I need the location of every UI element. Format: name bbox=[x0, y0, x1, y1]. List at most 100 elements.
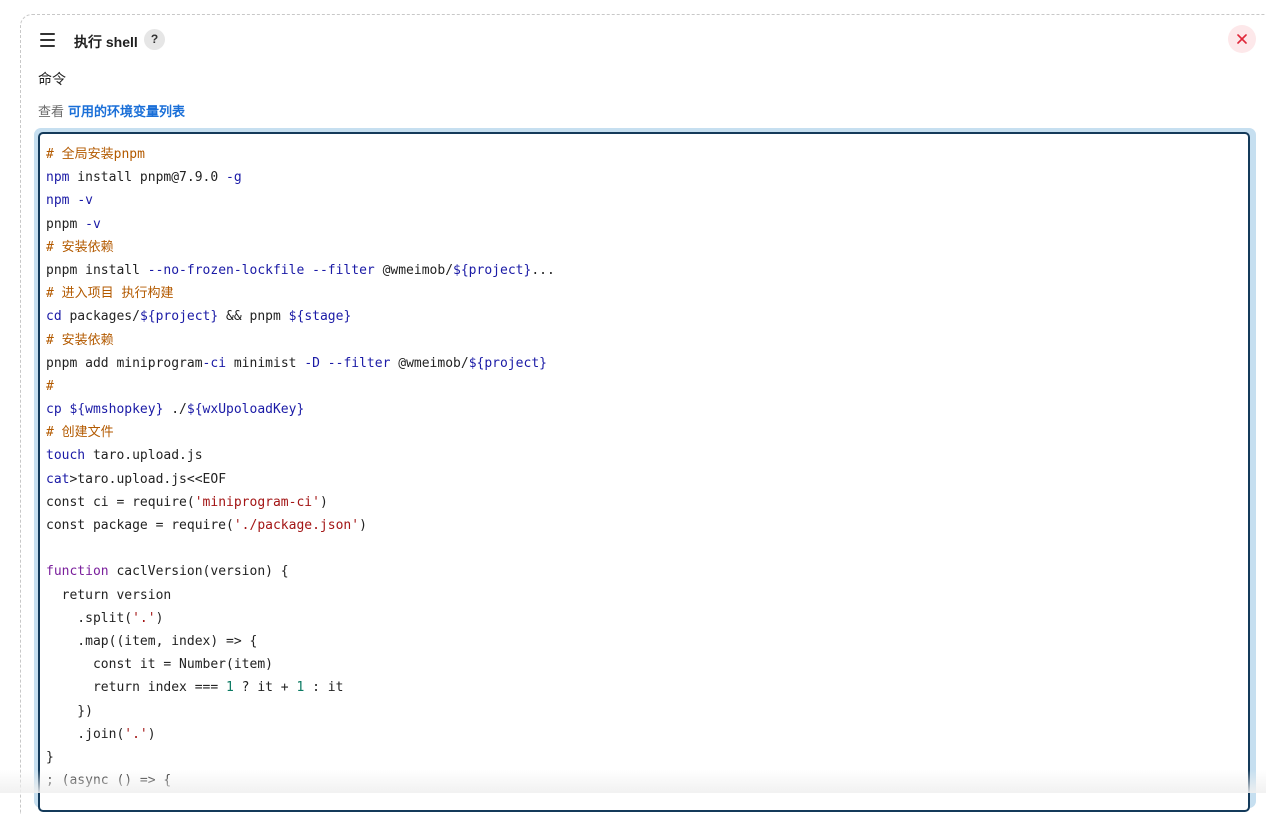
code-token: npm bbox=[46, 170, 70, 186]
code-token: # 进入项目 执行构建 bbox=[46, 286, 174, 302]
code-token: # 安装依赖 bbox=[46, 239, 114, 255]
code-line[interactable]: } bbox=[46, 746, 555, 769]
code-token: }) bbox=[46, 703, 93, 719]
code-line[interactable]: const ci = require('miniprogram-ci') bbox=[46, 491, 555, 514]
code-token: --filter bbox=[312, 262, 375, 278]
code-line[interactable]: pnpm add miniprogram-ci minimist -D --fi… bbox=[46, 352, 555, 375]
code-token: pnpm bbox=[46, 216, 86, 232]
code-content[interactable]: # 全局安装pnpm npm install pnpm@7.9.0 -g npm -… bbox=[46, 143, 555, 792]
code-line[interactable]: cp ${wmshopkey} ./${wxUpoloadKey} bbox=[46, 398, 555, 421]
code-token: ) bbox=[319, 494, 328, 510]
code-line[interactable]: .map((item, index) => { bbox=[46, 630, 555, 653]
help-button[interactable]: ? bbox=[144, 29, 165, 50]
code-token: : it bbox=[304, 680, 344, 696]
code-line[interactable]: .join('.') bbox=[46, 723, 555, 746]
code-line[interactable]: pnpm install --no-frozen-lockfile --filt… bbox=[46, 259, 555, 282]
code-token: @wmeimob/ bbox=[374, 262, 454, 278]
code-line[interactable]: const package = require('./package.json'… bbox=[46, 514, 555, 537]
code-token: -v bbox=[77, 193, 93, 209]
code-token: >taro.upload.js<<EOF bbox=[69, 471, 227, 487]
code-token: -v bbox=[85, 216, 101, 232]
code-token: .map((item, index) => { bbox=[46, 633, 258, 649]
code-line[interactable]: npm -v bbox=[46, 189, 555, 212]
code-token: # 创建文件 bbox=[46, 425, 114, 441]
code-line[interactable]: touch taro.upload.js bbox=[46, 444, 555, 467]
env-vars-prefix: 查看 bbox=[38, 104, 65, 119]
code-token: packages/ bbox=[61, 309, 140, 325]
code-token: .split( bbox=[46, 610, 133, 626]
code-line[interactable]: pnpm -v bbox=[46, 213, 555, 236]
code-line[interactable]: cat>taro.upload.js<<EOF bbox=[46, 468, 555, 491]
code-line[interactable]: # 进入项目 执行构建 bbox=[46, 282, 555, 305]
code-token: cp bbox=[46, 402, 62, 418]
code-token: # bbox=[46, 378, 54, 394]
close-x-icon bbox=[1237, 34, 1247, 44]
code-token: ) bbox=[147, 726, 156, 742]
code-token: ${wmshopkey} bbox=[69, 402, 164, 418]
code-token: -g bbox=[226, 170, 242, 186]
code-token: --no-frozen-lockfile bbox=[147, 262, 305, 278]
code-token: -D bbox=[304, 355, 320, 371]
code-token: taro.upload.js bbox=[85, 448, 203, 464]
code-token: ) bbox=[155, 610, 164, 626]
close-button[interactable] bbox=[1228, 25, 1256, 53]
code-token: caclVersion(version) { bbox=[108, 564, 289, 580]
code-token: install pnpm@7.9.0 bbox=[69, 170, 227, 186]
code-token: -ci bbox=[202, 355, 227, 371]
code-token: return index === bbox=[46, 680, 227, 696]
command-code-editor[interactable]: # 全局安装pnpm npm install pnpm@7.9.0 -g npm -… bbox=[38, 132, 1250, 812]
command-label: 命令 bbox=[38, 71, 66, 87]
code-token: function bbox=[46, 564, 109, 580]
code-token: npm bbox=[46, 193, 70, 209]
code-token: return version bbox=[46, 587, 172, 603]
code-line[interactable]: # 创建文件 bbox=[46, 421, 555, 444]
step-title: 执行 shell bbox=[74, 34, 138, 50]
code-token: '.' bbox=[124, 726, 148, 742]
code-token: './package.json' bbox=[233, 518, 360, 533]
code-line[interactable]: npm install pnpm@7.9.0 -g bbox=[46, 166, 555, 189]
code-token: && pnpm bbox=[218, 309, 289, 325]
hamburger-menu-icon[interactable] bbox=[40, 33, 55, 47]
code-line[interactable]: # 安装依赖 bbox=[46, 236, 555, 259]
code-token: cat bbox=[46, 471, 70, 487]
code-line[interactable]: # bbox=[46, 375, 555, 398]
code-line[interactable]: }) bbox=[46, 700, 555, 723]
code-token: minimist bbox=[226, 355, 305, 371]
code-line[interactable]: # 全局安装pnpm bbox=[46, 143, 555, 166]
code-line[interactable]: const it = Number(item) bbox=[46, 653, 555, 676]
code-token: pnpm install bbox=[46, 262, 148, 278]
code-token: ${project} bbox=[468, 355, 547, 371]
code-line[interactable]: cd packages/${project} && pnpm ${stage} bbox=[46, 305, 555, 328]
code-token: ${stage} bbox=[288, 309, 352, 325]
code-line[interactable]: ; (async () => { bbox=[46, 769, 555, 792]
code-token: pnpm add miniprogram bbox=[46, 355, 203, 371]
code-token: const it = Number(item) bbox=[46, 657, 273, 673]
code-token: '.' bbox=[132, 610, 156, 626]
code-token: 'miniprogram-ci' bbox=[194, 494, 320, 510]
code-token: @wmeimob/ bbox=[390, 355, 469, 371]
code-token: .join( bbox=[46, 726, 125, 742]
code-token: ; (async () => { bbox=[46, 773, 172, 789]
code-line[interactable]: .split('.') bbox=[46, 607, 555, 630]
code-token: --filter bbox=[327, 355, 391, 371]
code-line[interactable]: return index === 1 ? it + 1 : it bbox=[46, 676, 555, 699]
code-line[interactable]: function caclVersion(version) { bbox=[46, 560, 555, 583]
code-token: ${project} bbox=[453, 262, 532, 278]
env-vars-link[interactable]: 可用的环境变量列表 bbox=[68, 104, 185, 119]
code-token: ./ bbox=[163, 402, 187, 418]
code-token: ) bbox=[359, 518, 367, 533]
code-line[interactable]: # 安装依赖 bbox=[46, 329, 555, 352]
code-token: ... bbox=[531, 262, 555, 278]
code-token: ? it + bbox=[233, 680, 297, 696]
code-token: } bbox=[46, 749, 54, 765]
code-token: cd bbox=[46, 309, 62, 325]
code-token: 1 bbox=[226, 680, 234, 696]
code-line[interactable] bbox=[46, 537, 555, 560]
code-token: const ci = require( bbox=[46, 494, 195, 510]
code-token: # 全局安装pnpm bbox=[46, 147, 145, 162]
code-line[interactable]: return version bbox=[46, 584, 555, 607]
code-token: touch bbox=[46, 448, 86, 464]
code-token: ${wxUpoloadKey} bbox=[186, 402, 305, 418]
